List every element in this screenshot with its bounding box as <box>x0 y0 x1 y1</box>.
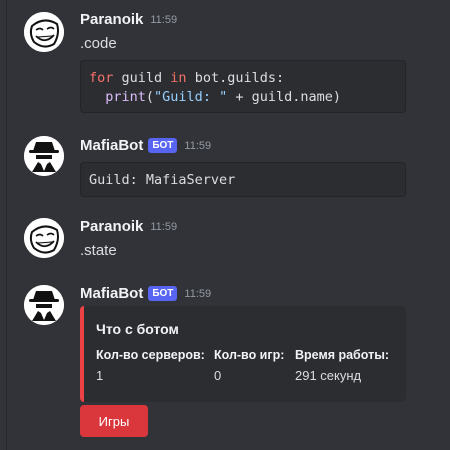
code-token: ( <box>145 89 155 105</box>
string-literal: "Guild: " <box>154 89 228 105</box>
code-line-2: print("Guild: " + guild.name) <box>89 88 397 107</box>
code-token: guild <box>113 70 171 86</box>
troll-face-icon[interactable] <box>24 12 64 52</box>
code-line-1: Guild: MafiaServer <box>89 172 236 188</box>
message-timestamp[interactable]: 11:59 <box>184 288 211 300</box>
embed-title: Что с ботом <box>96 321 179 337</box>
author-name[interactable]: MafiaBot <box>80 137 143 154</box>
troll-face-icon[interactable] <box>24 218 64 258</box>
field-name: Кол-во серверов: <box>96 348 205 362</box>
embed-field-games: Кол-во игр: 0 <box>214 348 284 383</box>
field-value: 291 секунд <box>295 368 362 383</box>
keyword-for: for <box>89 70 114 86</box>
builtin-print: print <box>105 89 146 105</box>
code-token: + guild.name) <box>227 89 341 105</box>
bot-status-embed: Что с ботом Кол-во серверов: 1 Кол-во иг… <box>80 306 406 402</box>
field-name: Время работы: <box>295 348 390 362</box>
field-value: 0 <box>214 368 222 383</box>
author-name[interactable]: MafiaBot <box>80 285 143 302</box>
games-button[interactable]: Игры <box>80 405 148 437</box>
bot-badge: БОТ <box>148 138 178 153</box>
message-timestamp[interactable]: 11:59 <box>150 14 177 26</box>
code-block: for guild in bot.guilds: print("Guild: "… <box>80 60 406 113</box>
embed-field-servers: Кол-во серверов: 1 <box>96 348 205 383</box>
message-timestamp[interactable]: 11:59 <box>150 221 177 233</box>
field-name: Кол-во игр: <box>214 348 285 362</box>
message-timestamp[interactable]: 11:59 <box>184 140 211 152</box>
author-name[interactable]: Paranoik <box>80 218 143 235</box>
mafia-hat-icon[interactable] <box>24 285 64 325</box>
mafia-hat-icon[interactable] <box>24 136 64 176</box>
field-value: 1 <box>96 368 104 383</box>
code-block: Guild: MafiaServer <box>80 162 406 197</box>
author-name[interactable]: Paranoik <box>80 11 143 28</box>
embed-field-uptime: Время работы: 291 секунд <box>295 348 389 383</box>
code-token: bot.guilds: <box>186 70 285 86</box>
bot-badge: БОТ <box>148 286 178 301</box>
channel-divider <box>6 0 7 450</box>
message-text: .state <box>80 242 117 259</box>
keyword-in: in <box>170 70 187 86</box>
code-line-1: for guild in bot.guilds: <box>89 69 397 88</box>
message-text: .code <box>80 35 117 52</box>
